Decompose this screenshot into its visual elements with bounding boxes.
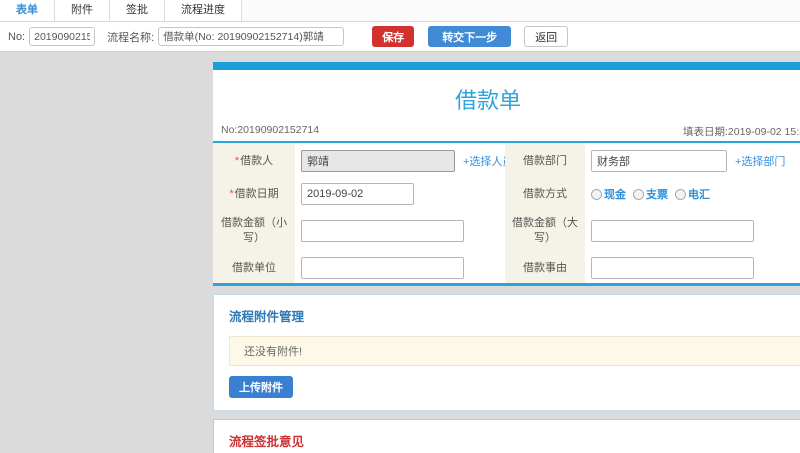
- app-window: 表单 附件 签批 流程进度 No: 流程名称: 保存 转交下一步 返回 借款单 …: [0, 0, 800, 453]
- attachment-heading: 流程附件管理: [229, 310, 305, 324]
- workspace: 借款单 No:20190902152714 填表日期:2019-09-02 15…: [0, 52, 800, 453]
- amount-lowercase-input[interactable]: [301, 220, 464, 242]
- borrow-reason-field-cell: [585, 253, 800, 283]
- no-label: No:: [8, 30, 26, 43]
- amount-lowercase-label: 借款金额（小写）: [213, 209, 295, 253]
- back-button[interactable]: 返回: [524, 26, 569, 47]
- form-meta-row: No:20190902152714 填表日期:2019-09-02 15:27:…: [213, 119, 800, 143]
- borrow-method-label: 借款方式: [505, 179, 585, 209]
- select-department-link[interactable]: +选择部门: [735, 153, 785, 169]
- approval-heading: 流程签批意见: [229, 435, 305, 449]
- borrower-field-cell: +选择人员: [295, 143, 513, 179]
- panel-bottom-bar: [213, 283, 800, 286]
- amount-lowercase-field-cell: [295, 209, 505, 253]
- radio-cash[interactable]: [591, 188, 602, 200]
- department-input[interactable]: [591, 150, 727, 172]
- borrow-date-input[interactable]: [301, 183, 414, 205]
- department-field-cell: +选择部门: [585, 143, 800, 179]
- forward-next-step-button[interactable]: 转交下一步: [428, 26, 512, 47]
- borrow-unit-input[interactable]: [301, 257, 464, 279]
- required-mark: *: [234, 154, 240, 167]
- borrow-date-field-cell: [295, 179, 505, 209]
- form-no-text: No:20190902152714: [221, 124, 320, 136]
- borrow-reason-label: 借款事由: [505, 253, 585, 283]
- tab-bar: 表单 附件 签批 流程进度: [0, 0, 800, 22]
- attachment-panel: 流程附件管理 还没有附件! 上传附件: [213, 294, 800, 411]
- radio-cash-label[interactable]: 现金: [604, 186, 626, 202]
- amount-uppercase-label: 借款金额（大写）: [505, 209, 585, 253]
- form-title: 借款单: [454, 88, 521, 113]
- required-mark: *: [229, 187, 234, 200]
- amount-uppercase-input[interactable]: [591, 220, 754, 242]
- tab-form[interactable]: 表单: [0, 0, 55, 21]
- panel-top-bar: [213, 62, 800, 70]
- borrow-unit-label: 借款单位: [213, 253, 295, 283]
- tab-attachments[interactable]: 附件: [55, 0, 110, 21]
- radio-wire-transfer-label[interactable]: 电汇: [688, 186, 710, 202]
- borrower-input[interactable]: [301, 150, 455, 172]
- form-fill-date-text: 填表日期:2019-09-02 15:27:1: [683, 126, 800, 138]
- radio-cheque[interactable]: [633, 188, 644, 200]
- loan-form-panel: 借款单 No:20190902152714 填表日期:2019-09-02 15…: [213, 62, 800, 286]
- borrow-date-label: *借款日期: [213, 179, 295, 209]
- no-input[interactable]: [29, 27, 96, 46]
- action-bar: No: 流程名称: 保存 转交下一步 返回: [0, 22, 800, 52]
- borrow-unit-field-cell: [295, 253, 505, 283]
- process-name-label: 流程名称:: [107, 31, 155, 44]
- form-fields-grid: *借款人 +选择人员 借款部门 +选择部门 *借款日: [213, 143, 800, 283]
- tab-approval[interactable]: 签批: [110, 0, 165, 21]
- upload-attachment-button[interactable]: 上传附件: [229, 376, 293, 398]
- borrow-method-radio-group: 现金 支票 电汇: [591, 186, 717, 202]
- panel-stack: 借款单 No:20190902152714 填表日期:2019-09-02 15…: [213, 62, 800, 453]
- amount-uppercase-field-cell: [585, 209, 800, 253]
- tab-process-progress[interactable]: 流程进度: [165, 0, 242, 21]
- borrow-method-field-cell: 现金 支票 电汇: [585, 179, 800, 209]
- radio-wire-transfer[interactable]: [675, 188, 686, 200]
- approval-panel: 流程签批意见 B I abc A ∞ ∞ ⚑ ≣ ≡: [213, 419, 800, 453]
- process-name-input[interactable]: [158, 27, 345, 46]
- radio-cheque-label[interactable]: 支票: [646, 186, 668, 202]
- no-attachment-alert: 还没有附件!: [229, 336, 800, 366]
- borrower-label: *借款人: [213, 143, 295, 179]
- borrow-reason-input[interactable]: [591, 257, 754, 279]
- department-label: 借款部门: [505, 143, 585, 179]
- save-button[interactable]: 保存: [372, 26, 415, 47]
